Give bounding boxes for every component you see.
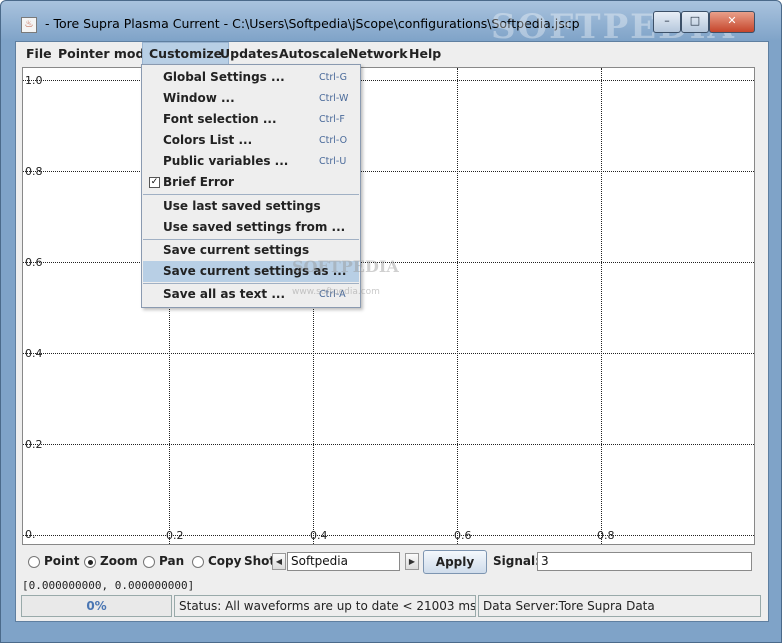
menu-item-label: Public variables ...: [163, 154, 289, 168]
grid-line-horizontal: [23, 353, 754, 354]
zoom-mode-radio[interactable]: [84, 556, 96, 568]
customize-dropdown-menu: Global Settings ... Ctrl-G Window ... Ct…: [141, 64, 399, 308]
pointer-toolbar: Point Zoom Pan Copy Shot ◀ Softpedia ▶ A…: [16, 549, 768, 575]
zoom-mode-label[interactable]: Zoom: [100, 554, 138, 568]
java-app-icon[interactable]: ♨: [21, 17, 37, 33]
close-button[interactable]: ✕: [709, 11, 755, 33]
shot-label: Shot: [244, 554, 276, 568]
progress-indicator: 0%: [21, 595, 172, 617]
grid-line-vertical: [457, 68, 458, 544]
grid-line-horizontal: [23, 444, 754, 445]
point-mode-label[interactable]: Point: [44, 554, 79, 568]
menu-item-label: Save all as text ...: [163, 287, 286, 301]
menu-item-label: Use last saved settings: [163, 199, 321, 213]
y-tick-label: 0.2: [25, 438, 43, 451]
menu-item-label: Save current settings: [163, 243, 310, 257]
data-server-label: Data Server:Tore Supra Data: [478, 595, 761, 617]
status-message: Status: All waveforms are up to date < 2…: [174, 595, 476, 617]
client-area: File Pointer mode Customize Updates Auto…: [15, 41, 769, 622]
status-bar: 0% Status: All waveforms are up to date …: [21, 595, 761, 617]
menu-item-label: Global Settings ...: [163, 70, 285, 84]
menu-item-global-settings[interactable]: Global Settings ... Ctrl-G: [143, 67, 359, 88]
menu-help[interactable]: Help: [403, 42, 447, 66]
softpedia-watermark-url: www.softpedia.com: [292, 287, 380, 297]
y-tick-label: 0.6: [25, 256, 43, 269]
menu-item-shortcut: Ctrl-G: [319, 72, 348, 83]
shot-input[interactable]: Softpedia: [287, 552, 400, 571]
application-window: ♨ - Tore Supra Plasma Current - C:\Users…: [0, 0, 782, 643]
apply-button[interactable]: Apply: [423, 550, 487, 574]
menu-bar: File Pointer mode Customize Updates Auto…: [16, 42, 768, 66]
copy-mode-radio[interactable]: [192, 556, 204, 568]
menu-item-label: Use saved settings from ...: [163, 220, 346, 234]
shot-next-arrow-icon[interactable]: ▶: [405, 553, 419, 570]
x-tick-label: 0.6: [454, 529, 472, 542]
grid-line-horizontal: [23, 171, 754, 172]
menu-item-shortcut: Ctrl-W: [319, 93, 349, 104]
menu-item-label: Font selection ...: [163, 112, 277, 126]
menu-item-window[interactable]: Window ... Ctrl-W: [143, 88, 359, 109]
menu-item-label: Colors List ...: [163, 133, 253, 147]
menu-item-font-selection[interactable]: Font selection ... Ctrl-F: [143, 109, 359, 130]
menu-separator: [143, 194, 359, 195]
menu-item-use-last-saved-settings[interactable]: Use last saved settings: [143, 196, 359, 217]
pointer-coordinates: [0.000000000, 0.000000000]: [22, 579, 195, 592]
menu-item-label: Brief Error: [163, 175, 234, 189]
menu-item-public-variables[interactable]: Public variables ... Ctrl-U: [143, 151, 359, 172]
pan-mode-radio[interactable]: [143, 556, 155, 568]
signal-label: Signal:: [493, 554, 540, 568]
y-tick-label: 1.0: [25, 74, 43, 87]
point-mode-radio[interactable]: [28, 556, 40, 568]
menu-item-use-saved-settings-from[interactable]: Use saved settings from ...: [143, 217, 359, 238]
x-tick-label: 0.2: [166, 529, 184, 542]
softpedia-watermark: SOFTPEDIA: [292, 257, 399, 276]
grid-line-horizontal: [23, 535, 754, 536]
menu-item-shortcut: Ctrl-U: [319, 156, 347, 167]
menu-item-shortcut: Ctrl-F: [319, 114, 345, 125]
pan-mode-label[interactable]: Pan: [159, 554, 184, 568]
menu-item-brief-error[interactable]: ✓ Brief Error: [143, 172, 359, 193]
y-tick-label: 0.8: [25, 165, 43, 178]
shot-prev-arrow-icon[interactable]: ◀: [272, 553, 286, 570]
maximize-button[interactable]: □: [681, 11, 709, 33]
waveform-plot[interactable]: 1.0 0.8 0.6 0.4 0.2 0. 0.2 0.4 0.6 0.8: [22, 67, 755, 545]
signal-input[interactable]: 3: [537, 552, 752, 571]
title-bar[interactable]: ♨ - Tore Supra Plasma Current - C:\Users…: [1, 1, 781, 47]
y-tick-label: 0.4: [25, 347, 43, 360]
x-tick-label: 0.4: [310, 529, 328, 542]
menu-item-shortcut: Ctrl-O: [319, 135, 348, 146]
grid-line-horizontal: [23, 80, 754, 81]
menu-item-colors-list[interactable]: Colors List ... Ctrl-O: [143, 130, 359, 151]
y-tick-label: 0.: [25, 528, 36, 541]
copy-mode-label[interactable]: Copy: [208, 554, 241, 568]
menu-item-label: Window ...: [163, 91, 235, 105]
minimize-button[interactable]: –: [653, 11, 681, 33]
x-tick-label: 0.8: [597, 529, 615, 542]
grid-line-vertical: [601, 68, 602, 544]
checkmark-icon: ✓: [149, 177, 160, 188]
